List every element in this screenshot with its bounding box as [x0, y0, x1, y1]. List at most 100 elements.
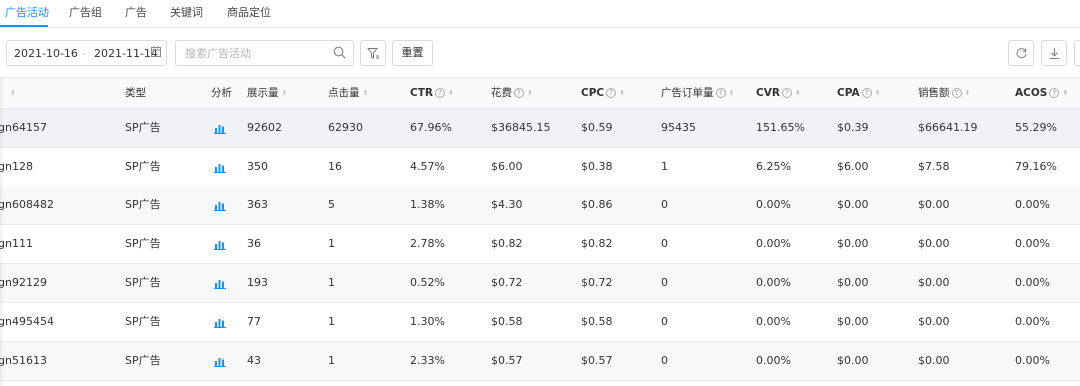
cpc-cell: $0.38	[581, 160, 613, 173]
cvr-cell: 0.00%	[756, 276, 791, 289]
type-cell: SP广告	[125, 237, 161, 250]
cvr-cell: 0.00%	[756, 237, 791, 250]
filter-button[interactable]	[360, 40, 386, 66]
sort-icon[interactable]: ⬍	[7, 78, 16, 109]
spend-cell: $0.82	[491, 237, 523, 250]
tab-ads[interactable]: 广告	[125, 4, 147, 28]
clicks-cell: 16	[328, 160, 342, 173]
ctr-cell: 1.30%	[410, 315, 445, 328]
search-box	[175, 40, 354, 66]
col-spend[interactable]: 花费? ⬍	[491, 78, 533, 109]
orders-cell: 0	[661, 354, 668, 367]
col-impressions[interactable]: 展示量 ⬍	[247, 78, 287, 109]
table-row: gn608482 SP广告 363 5 1.38% $4.30 $0.86 0 0.00% $0.…	[0, 186, 1080, 225]
column-settings-button[interactable]	[1074, 40, 1080, 66]
ctr-cell: 2.33%	[410, 354, 445, 367]
sales-cell: $7.58	[918, 160, 950, 173]
ctr-cell: 2.78%	[410, 237, 445, 250]
col-sales[interactable]: 销售额? ⬍	[918, 78, 970, 109]
question-circle-icon: ?	[951, 88, 962, 98]
col-cpc[interactable]: CPC? ⬍	[581, 78, 625, 109]
bar-chart-icon[interactable]	[214, 200, 226, 214]
col-acos[interactable]: ACOS? ⬍	[1015, 78, 1068, 109]
ctr-cell: 67.96%	[410, 121, 452, 134]
table-row: gn111 SP广告 36 1 2.78% $0.82 $0.82 0 0.00% $0.00 $0…	[0, 225, 1080, 264]
bar-chart-icon[interactable]	[214, 317, 226, 331]
acos-cell: 79.16%	[1015, 160, 1057, 173]
question-circle-icon: ?	[606, 88, 617, 98]
bar-chart-icon[interactable]	[214, 123, 226, 137]
bar-chart-icon[interactable]	[214, 162, 226, 176]
question-circle-icon: ?	[434, 88, 445, 98]
cpa-cell: $6.00	[837, 160, 869, 173]
reset-button[interactable]: 重置	[392, 40, 433, 66]
clicks-cell: 62930	[328, 121, 363, 134]
spend-cell: $4.30	[491, 198, 523, 211]
download-icon	[1049, 48, 1060, 60]
sort-icon: ⬍	[281, 88, 288, 97]
search-input[interactable]	[176, 41, 326, 65]
cpa-cell: $0.39	[837, 121, 869, 134]
table-row: gn51613 SP广告 43 1 2.33% $0.57 $0.57 0 0.00% $0.00…	[0, 342, 1080, 381]
table-row: gn92129 SP广告 193 1 0.52% $0.72 $0.72 0 0.00% $0.0…	[0, 264, 1080, 303]
sort-icon: ⬍	[362, 88, 369, 97]
spend-cell: $0.58	[491, 315, 523, 328]
col-cpa[interactable]: CPA? ⬍	[837, 78, 880, 109]
campaign-name-cell[interactable]: gn51613	[0, 342, 47, 380]
refresh-button[interactable]	[1008, 40, 1034, 66]
campaign-name-cell[interactable]: gn495454	[0, 303, 54, 341]
question-circle-icon: ?	[715, 88, 726, 98]
date-range-picker[interactable]: 2021-10-16 - 2021-11-14	[6, 40, 167, 66]
spend-cell: $0.72	[491, 276, 523, 289]
cvr-cell: 151.65%	[756, 121, 805, 134]
campaign-name-cell[interactable]: gn64157	[0, 109, 47, 147]
sort-icon: ⬍	[794, 88, 801, 97]
refresh-icon	[1016, 48, 1027, 59]
ctr-cell: 0.52%	[410, 276, 445, 289]
col-ctr[interactable]: CTR? ⬍	[410, 78, 454, 109]
acos-cell: 0.00%	[1015, 276, 1050, 289]
scroll-shadow	[0, 77, 4, 386]
campaign-name-cell[interactable]: gn608482	[0, 186, 54, 224]
bar-chart-icon[interactable]	[214, 278, 226, 292]
type-cell: SP广告	[125, 315, 161, 328]
cpc-cell: $0.58	[581, 315, 613, 328]
sort-icon: ⬍	[1062, 88, 1069, 97]
date-start: 2021-10-16	[14, 47, 78, 60]
download-button[interactable]	[1041, 40, 1067, 66]
bar-chart-icon[interactable]	[214, 356, 226, 370]
cpa-cell: $0.00	[837, 198, 869, 211]
type-cell: SP广告	[125, 276, 161, 289]
campaign-name-cell[interactable]: gn128	[0, 148, 33, 186]
tab-ad-groups[interactable]: 广告组	[69, 4, 102, 28]
impressions-cell: 77	[247, 315, 261, 328]
col-clicks[interactable]: 点击量 ⬍	[328, 78, 368, 109]
cvr-cell: 0.00%	[756, 315, 791, 328]
impressions-cell: 92602	[247, 121, 282, 134]
search-icon[interactable]	[333, 46, 346, 62]
impressions-cell: 363	[247, 198, 268, 211]
sales-cell: $0.00	[918, 315, 950, 328]
campaign-name-cell[interactable]: gn111	[0, 225, 33, 263]
col-cvr[interactable]: CVR? ⬍	[756, 78, 801, 109]
col-analysis: 分析	[211, 87, 232, 99]
tab-keywords[interactable]: 关键词	[170, 4, 203, 28]
sales-cell: $0.00	[918, 276, 950, 289]
ctr-cell: 1.38%	[410, 198, 445, 211]
filter-icon	[367, 48, 379, 59]
cpa-cell: $0.00	[837, 276, 869, 289]
col-orders[interactable]: 广告订单量? ⬍	[661, 78, 734, 109]
active-tab-indicator	[0, 25, 48, 27]
tab-product-targeting[interactable]: 商品定位	[227, 4, 271, 28]
sort-icon: ⬍	[728, 88, 735, 97]
campaign-name-cell[interactable]: gn92129	[0, 264, 47, 302]
clicks-cell: 5	[328, 198, 335, 211]
acos-cell: 55.29%	[1015, 121, 1057, 134]
bar-chart-icon[interactable]	[214, 239, 226, 253]
spend-cell: $36845.15	[491, 121, 551, 134]
ctr-cell: 4.57%	[410, 160, 445, 173]
cpa-cell: $0.00	[837, 354, 869, 367]
table-row: gn64157 SP广告 92602 62930 67.96% $36845.15 $0.5…	[0, 109, 1080, 148]
clicks-cell: 1	[328, 315, 335, 328]
sales-cell: $0.00	[918, 198, 950, 211]
